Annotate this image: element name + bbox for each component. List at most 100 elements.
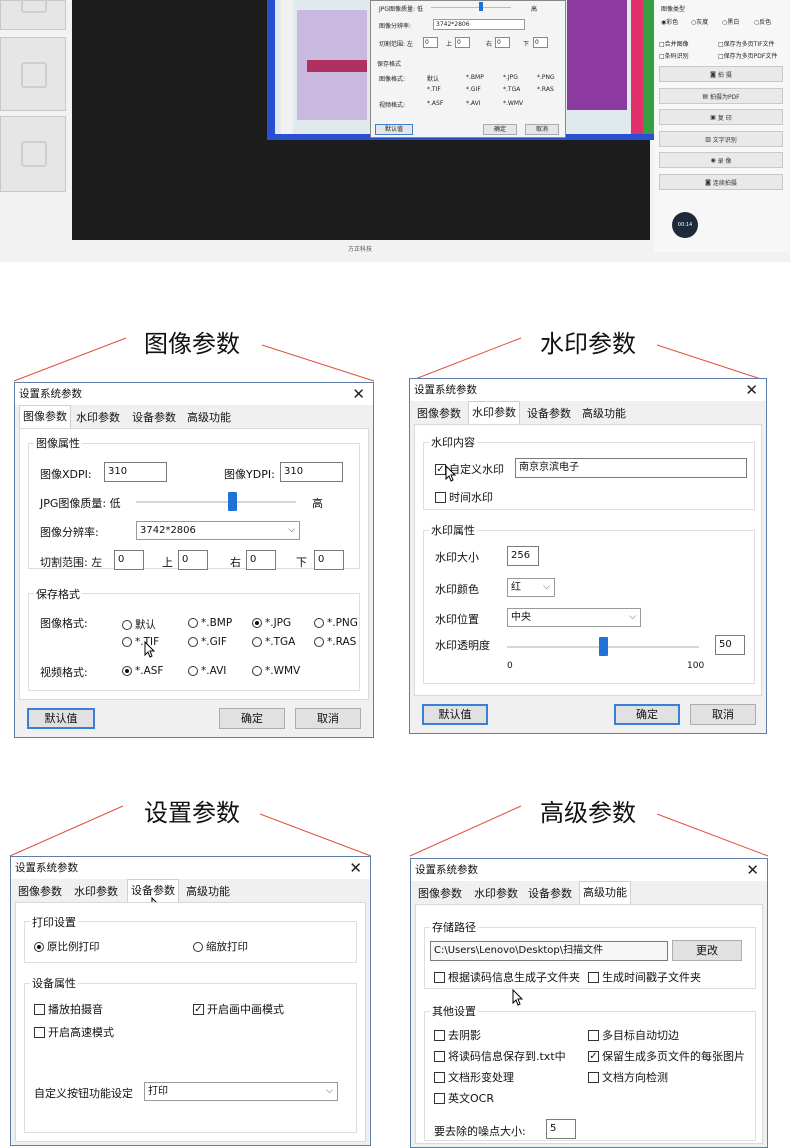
format-radio[interactable]: *.PNG <box>314 617 358 629</box>
settings-dialog-image: 设置系统参数 ✕ 图像参数 水印参数 设备参数 高级功能 图像属性 图像XDPI… <box>14 382 374 738</box>
format-radio[interactable]: *.RAS <box>314 636 356 648</box>
crop-right-label: 右 <box>230 556 241 569</box>
format-radio[interactable]: *.TGA <box>252 636 295 648</box>
slider-thumb[interactable] <box>228 492 237 511</box>
ok-button[interactable]: 确定 <box>614 704 680 725</box>
close-icon[interactable]: ✕ <box>349 857 362 879</box>
leader-line <box>656 813 769 857</box>
time-watermark-checkbox[interactable]: 时间水印 <box>435 489 493 505</box>
time-subfolder-checkbox[interactable]: 生成时间戳子文件夹 <box>588 969 701 985</box>
orientation-detect-checkbox[interactable]: 文档方向检测 <box>588 1069 668 1085</box>
video-format-radio[interactable]: *.WMV <box>252 665 300 677</box>
shadow-removal-checkbox[interactable]: 去阴影 <box>434 1027 481 1043</box>
deform-correction-checkbox[interactable]: 文档形变处理 <box>434 1069 514 1085</box>
jpg-quality-slider[interactable] <box>136 501 296 503</box>
video-format-radio[interactable]: *.ASF <box>122 665 163 677</box>
chevron-down-icon: ⌵ <box>288 525 295 535</box>
heading-device-params: 设置参数 <box>144 799 240 827</box>
group-label: 图像属性 <box>34 435 82 451</box>
close-icon[interactable]: ✕ <box>352 383 365 405</box>
cancel-button[interactable]: 取消 <box>690 704 756 725</box>
noise-size-input[interactable]: 5 <box>546 1119 576 1139</box>
custom-watermark-input[interactable]: 南京京滨电子 <box>515 458 747 478</box>
video-format-label: 视频格式: <box>40 666 88 679</box>
leader-line <box>261 344 375 382</box>
custom-key-select[interactable]: 打印 ⌵ <box>144 1082 338 1101</box>
noise-size-label: 要去除的噪点大小: <box>434 1125 526 1138</box>
resolution-select[interactable]: 3742*2806 ⌵ <box>136 521 300 540</box>
position-select[interactable]: 中央 ⌵ <box>507 608 641 627</box>
ydpi-label: 图像YDPI: <box>224 468 275 481</box>
group-label: 存储路径 <box>430 919 478 935</box>
chevron-down-icon: ⌵ <box>326 1086 333 1096</box>
change-path-button[interactable]: 更改 <box>672 940 742 961</box>
settings-dialog-device: 设置系统参数 ✕ 图像参数 水印参数 设备参数 高级功能 打印设置 原比例打印 … <box>10 856 371 1146</box>
tab-watermark-params[interactable]: 水印参数 <box>71 881 121 902</box>
close-icon[interactable]: ✕ <box>746 859 759 881</box>
pip-mode-checkbox[interactable]: ✓ 开启画中画模式 <box>193 1001 284 1017</box>
format-radio[interactable]: *.GIF <box>188 636 227 648</box>
leader-line <box>13 337 127 382</box>
tab-device-params[interactable]: 设备参数 <box>129 407 179 428</box>
size-label: 水印大小 <box>435 551 479 564</box>
resolution-label: 图像分辨率: <box>40 526 99 539</box>
english-ocr-checkbox[interactable]: 英文OCR <box>434 1090 494 1106</box>
format-radio[interactable]: 默认 <box>122 617 156 632</box>
dialog-title: 设置系统参数 <box>15 383 373 405</box>
heading-image-params: 图像参数 <box>144 330 240 358</box>
settings-dialog-watermark: 设置系统参数 ✕ 图像参数 水印参数 设备参数 高级功能 水印内容 ✓ 自定义水印… <box>409 378 767 734</box>
shutter-sound-checkbox[interactable]: 播放拍摄音 <box>34 1001 103 1017</box>
opacity-label: 水印透明度 <box>435 639 490 652</box>
crop-top-input[interactable]: 0 <box>178 550 208 570</box>
cancel-button[interactable]: 取消 <box>295 708 361 729</box>
video-format-radio[interactable]: *.AVI <box>188 665 226 677</box>
tab-watermark-params[interactable]: 水印参数 <box>468 401 520 424</box>
save-barcode-txt-checkbox[interactable]: 将读码信息保存到.txt中 <box>434 1048 566 1064</box>
ydpi-input[interactable]: 310 <box>280 462 343 482</box>
crop-left-input[interactable]: 0 <box>114 550 144 570</box>
chevron-down-icon: ⌵ <box>629 612 636 622</box>
leader-line <box>656 344 768 382</box>
jpg-quality-high-label: 高 <box>312 497 323 510</box>
chevron-down-icon: ⌵ <box>543 582 550 592</box>
leader-line <box>259 813 372 857</box>
tab-image-params[interactable]: 图像参数 <box>414 403 464 424</box>
group-label: 保存格式 <box>34 586 82 602</box>
tab-device-params[interactable]: 设备参数 <box>524 403 574 424</box>
tab-advanced[interactable]: 高级功能 <box>579 403 629 424</box>
tab-watermark-params[interactable]: 水印参数 <box>73 407 123 428</box>
crop-bottom-input[interactable]: 0 <box>314 550 344 570</box>
close-icon[interactable]: ✕ <box>745 379 758 401</box>
tab-advanced[interactable]: 高级功能 <box>579 881 631 904</box>
multi-target-crop-checkbox[interactable]: 多目标自动切边 <box>588 1027 679 1043</box>
default-button[interactable]: 默认值 <box>27 708 95 729</box>
tab-watermark-params[interactable]: 水印参数 <box>471 883 521 904</box>
print-original-radio[interactable]: 原比例打印 <box>34 939 100 954</box>
default-button[interactable]: 默认值 <box>422 704 488 725</box>
resolution-value: 3742*2806 <box>140 525 196 536</box>
color-value: 红 <box>511 582 521 593</box>
xdpi-input[interactable]: 310 <box>104 462 167 482</box>
tab-advanced[interactable]: 高级功能 <box>183 881 233 902</box>
size-input[interactable]: 256 <box>507 546 539 566</box>
tab-image-params[interactable]: 图像参数 <box>15 881 65 902</box>
slider-thumb[interactable] <box>599 637 608 656</box>
barcode-subfolder-checkbox[interactable]: 根据读码信息生成子文件夹 <box>434 969 580 985</box>
tab-image-params[interactable]: 图像参数 <box>415 883 465 904</box>
opacity-input[interactable]: 50 <box>715 635 745 655</box>
color-select[interactable]: 红 ⌵ <box>507 578 555 597</box>
crop-right-input[interactable]: 0 <box>246 550 276 570</box>
tab-advanced[interactable]: 高级功能 <box>184 407 234 428</box>
storage-path-input[interactable]: C:\Users\Lenovo\Desktop\扫描文件 <box>430 941 668 961</box>
ok-button[interactable]: 确定 <box>219 708 285 729</box>
tab-device-params[interactable]: 设备参数 <box>525 883 575 904</box>
format-radio[interactable]: *.BMP <box>188 617 232 629</box>
xdpi-label: 图像XDPI: <box>40 468 92 481</box>
format-radio[interactable]: *.JPG <box>252 617 291 629</box>
heading-advanced-params: 高级参数 <box>540 799 636 827</box>
keep-each-page-checkbox[interactable]: ✓ 保留生成多页文件的每张图片 <box>588 1048 745 1064</box>
print-scaled-radio[interactable]: 缩放打印 <box>193 939 248 954</box>
high-speed-checkbox[interactable]: 开启高速模式 <box>34 1024 114 1040</box>
group-label: 水印属性 <box>429 522 477 538</box>
tab-image-params[interactable]: 图像参数 <box>19 405 71 428</box>
